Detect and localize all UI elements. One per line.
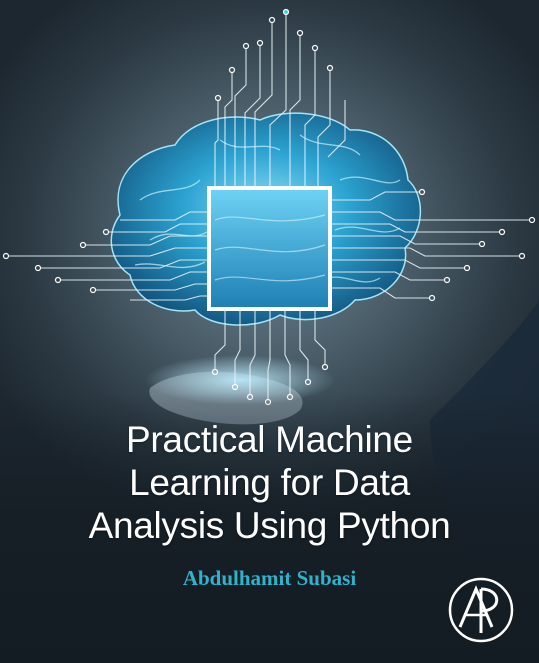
book-cover: Practical Machine Learning for Data Anal… <box>0 0 539 663</box>
elsevier-ap-monogram-icon <box>448 577 514 643</box>
title-line-3: Analysis Using Python <box>88 505 451 546</box>
book-title: Practical Machine Learning for Data Anal… <box>0 418 539 547</box>
title-line-1: Practical Machine <box>126 419 413 460</box>
title-line-2: Learning for Data <box>129 462 410 503</box>
